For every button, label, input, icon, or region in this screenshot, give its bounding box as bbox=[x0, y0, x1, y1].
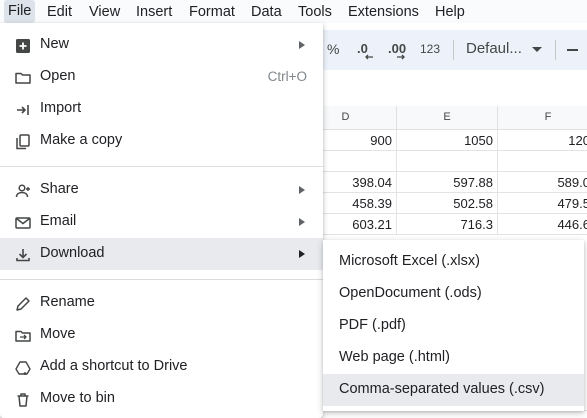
menu-data[interactable]: Data bbox=[251, 3, 282, 21]
arrow-left-icon bbox=[365, 54, 373, 60]
submenu-arrow-icon bbox=[299, 186, 305, 194]
submenu-arrow-icon bbox=[299, 41, 305, 49]
download-option-ods[interactable]: OpenDocument (.ods) bbox=[323, 278, 584, 310]
column-header-e[interactable]: E bbox=[397, 106, 498, 130]
number-format-button[interactable]: 123 bbox=[420, 42, 440, 56]
cell[interactable]: 479.5 bbox=[498, 193, 587, 214]
cell[interactable]: 446.6 bbox=[498, 214, 587, 235]
menu-edit[interactable]: Edit bbox=[47, 3, 72, 21]
cell[interactable]: 120 bbox=[498, 130, 587, 151]
menu-divider bbox=[0, 166, 323, 167]
menu-tools[interactable]: Tools bbox=[298, 3, 332, 21]
file-menu-item-open[interactable]: Open Ctrl+O bbox=[0, 61, 323, 93]
submenu-arrow-icon bbox=[299, 218, 305, 226]
menu-help[interactable]: Help bbox=[435, 3, 465, 21]
file-menu-item-move-to-bin[interactable]: Move to bin bbox=[0, 383, 323, 415]
copy-icon bbox=[16, 134, 30, 150]
file-menu-item-new[interactable]: New bbox=[0, 29, 323, 61]
file-menu-label: Add a shortcut to Drive bbox=[40, 358, 188, 374]
cell[interactable]: 597.88 bbox=[397, 172, 498, 193]
file-menu-label: Email bbox=[40, 213, 77, 229]
import-icon bbox=[17, 105, 29, 115]
font-dropdown-caret-icon[interactable] bbox=[532, 47, 542, 52]
file-menu-label: Rename bbox=[40, 294, 95, 310]
font-select[interactable]: Defaul... bbox=[466, 40, 522, 57]
file-menu-item-import[interactable]: Import bbox=[0, 93, 323, 125]
file-menu-label: Move bbox=[40, 326, 76, 342]
cell[interactable] bbox=[498, 151, 587, 172]
file-menu-item-add-shortcut[interactable]: Add a shortcut to Drive bbox=[0, 351, 323, 383]
download-submenu: Microsoft Excel (.xlsx) OpenDocument (.o… bbox=[323, 240, 584, 411]
menu-file[interactable]: File bbox=[4, 0, 36, 23]
menu-format[interactable]: Format bbox=[189, 3, 235, 21]
file-menu-item-make-a-copy[interactable]: Make a copy bbox=[0, 125, 323, 157]
download-option-label: Comma-separated values (.csv) bbox=[339, 381, 545, 397]
download-option-label: Microsoft Excel (.xlsx) bbox=[339, 253, 480, 269]
cell[interactable]: 502.58 bbox=[397, 193, 498, 214]
file-menu-item-download[interactable]: Download bbox=[0, 238, 323, 270]
move-folder-icon bbox=[15, 330, 31, 342]
file-menu-item-share[interactable]: Share bbox=[0, 174, 323, 206]
download-icon bbox=[16, 249, 30, 262]
file-menu-item-move[interactable]: Move bbox=[0, 319, 323, 351]
arrow-right-icon bbox=[397, 54, 405, 60]
shortcut-hint: Ctrl+O bbox=[267, 69, 307, 84]
menu-insert[interactable]: Insert bbox=[136, 3, 172, 21]
file-menu-item-email[interactable]: Email bbox=[0, 206, 323, 238]
plus-square-icon bbox=[16, 39, 30, 53]
download-option-xlsx[interactable]: Microsoft Excel (.xlsx) bbox=[323, 246, 584, 278]
download-option-label: Web page (.html) bbox=[339, 349, 450, 365]
pencil-icon bbox=[16, 297, 30, 311]
menu-divider bbox=[0, 279, 323, 280]
submenu-arrow-icon bbox=[299, 250, 305, 258]
file-menu-label: Share bbox=[40, 181, 79, 197]
download-option-label: PDF (.pdf) bbox=[339, 317, 406, 333]
decrease-font-size-icon[interactable] bbox=[567, 49, 578, 51]
file-menu-label: Make a copy bbox=[40, 132, 123, 148]
share-person-icon bbox=[15, 184, 30, 198]
toolbar-divider bbox=[555, 40, 556, 60]
download-option-label: OpenDocument (.ods) bbox=[339, 285, 482, 301]
toolbar-divider bbox=[453, 40, 454, 60]
email-icon bbox=[15, 217, 31, 229]
file-menu-item-rename[interactable]: Rename bbox=[0, 287, 323, 319]
file-menu-label: New bbox=[40, 36, 70, 52]
cell[interactable]: 1050 bbox=[397, 130, 498, 151]
download-option-html[interactable]: Web page (.html) bbox=[323, 342, 584, 374]
column-header-f[interactable]: F bbox=[498, 106, 587, 130]
download-option-pdf[interactable]: PDF (.pdf) bbox=[323, 310, 584, 342]
download-option-csv[interactable]: Comma-separated values (.csv) bbox=[323, 374, 584, 406]
file-menu-label: Download bbox=[40, 245, 105, 261]
folder-icon bbox=[15, 72, 31, 84]
percent-format-button[interactable]: % bbox=[327, 41, 339, 57]
file-menu: New Open Ctrl+O Import Make a copy Share bbox=[0, 23, 323, 418]
cell[interactable] bbox=[397, 151, 498, 172]
menu-view[interactable]: View bbox=[89, 3, 120, 21]
cell[interactable]: 716.3 bbox=[397, 214, 498, 235]
file-menu-label: Move to bin bbox=[40, 390, 115, 406]
drive-shortcut-icon bbox=[15, 361, 31, 375]
file-menu-label: Open bbox=[40, 68, 76, 84]
file-menu-label: Import bbox=[40, 100, 82, 116]
trash-icon bbox=[17, 393, 29, 407]
menu-extensions[interactable]: Extensions bbox=[348, 3, 419, 21]
cell[interactable]: 589.0 bbox=[498, 172, 587, 193]
menu-bar: File Edit View Insert Format Data Tools … bbox=[0, 0, 587, 23]
